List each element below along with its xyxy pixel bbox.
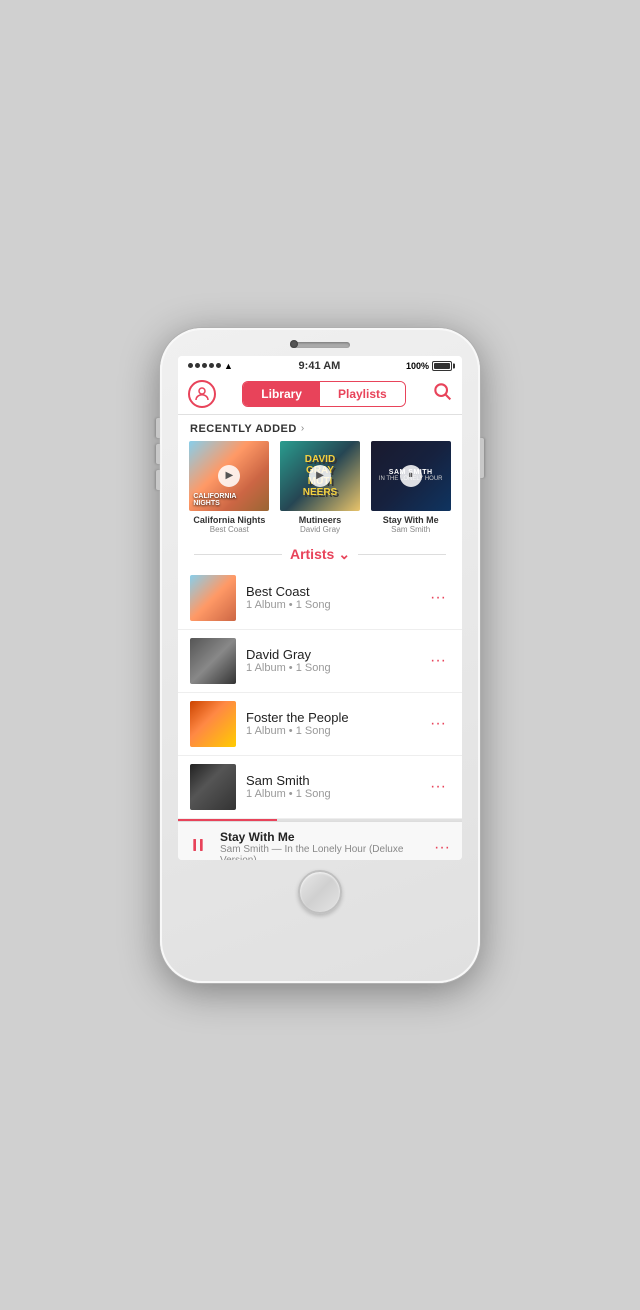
- artist-thumb-sam-smith: [190, 764, 236, 810]
- pause-icon-3: ⏸: [400, 465, 422, 487]
- artist-name-best-coast: Best Coast: [246, 584, 416, 599]
- artist-list: Best Coast 1 Album • 1 Song ··· David Gr…: [178, 567, 462, 819]
- divider-right: [358, 554, 446, 555]
- status-right: 100%: [406, 361, 452, 371]
- album-item-1[interactable]: CALIFORNIANIGHTS ▶ California Nights Bes…: [188, 441, 271, 534]
- album-title-3: Stay With Me: [383, 515, 439, 525]
- now-playing-section: Stay With Me Sam Smith — In the Lonely H…: [178, 819, 462, 860]
- play-icon-1: ▶: [218, 465, 240, 487]
- artist-info-foster: Foster the People 1 Album • 1 Song: [246, 710, 416, 737]
- artist-item-foster[interactable]: Foster the People 1 Album • 1 Song ···: [178, 693, 462, 756]
- artist-name-david-gray: David Gray: [246, 647, 416, 662]
- artists-label: Artists: [290, 546, 334, 562]
- now-playing-track: Stay With Me: [220, 830, 424, 844]
- home-button[interactable]: [298, 870, 342, 914]
- status-bar: ▲ 9:41 AM 100%: [178, 356, 462, 374]
- nav-bar: Library Playlists: [178, 374, 462, 415]
- now-playing-more-button[interactable]: ···: [434, 839, 450, 857]
- artist-item-sam-smith[interactable]: Sam Smith 1 Album • 1 Song ···: [178, 756, 462, 819]
- artist-item-best-coast[interactable]: Best Coast 1 Album • 1 Song ···: [178, 567, 462, 630]
- library-button[interactable]: Library: [243, 382, 320, 406]
- album-row: CALIFORNIANIGHTS ▶ California Nights Bes…: [178, 441, 462, 542]
- power-button: [480, 438, 484, 478]
- play-icon-2: ▶: [309, 465, 331, 487]
- signal-dots: [188, 363, 221, 368]
- now-playing-info: Stay With Me Sam Smith — In the Lonely H…: [220, 830, 424, 860]
- artist-thumb-best-coast: [190, 575, 236, 621]
- status-left: ▲: [188, 361, 233, 371]
- album-cover-1: CALIFORNIANIGHTS ▶: [189, 441, 269, 511]
- artist-name-sam-smith: Sam Smith: [246, 773, 416, 788]
- phone-camera: [290, 340, 298, 348]
- phone-frame: ▲ 9:41 AM 100% Library Playlists: [160, 328, 480, 983]
- divider-left: [194, 554, 282, 555]
- battery-icon: [432, 361, 452, 371]
- album-item-2[interactable]: DAVIDGRAYMUTINEERS ▶ Mutineers David Gra…: [279, 441, 362, 534]
- now-playing-artist-album: Sam Smith — In the Lonely Hour (Deluxe V…: [220, 844, 424, 860]
- artist-name-foster: Foster the People: [246, 710, 416, 725]
- artist-meta-best-coast: 1 Album • 1 Song: [246, 599, 416, 611]
- battery-percent: 100%: [406, 361, 429, 371]
- artist-item-david-gray[interactable]: David Gray 1 Album • 1 Song ···: [178, 630, 462, 693]
- now-playing-progress: [178, 819, 462, 821]
- album-title-2: Mutineers: [299, 515, 342, 525]
- profile-icon[interactable]: [188, 380, 216, 408]
- artist-more-foster[interactable]: ···: [426, 711, 450, 737]
- artist-info-david-gray: David Gray 1 Album • 1 Song: [246, 647, 416, 674]
- status-time: 9:41 AM: [299, 360, 341, 372]
- now-playing-bar[interactable]: Stay With Me Sam Smith — In the Lonely H…: [178, 821, 462, 860]
- album-cover-2: DAVIDGRAYMUTINEERS ▶: [280, 441, 360, 511]
- wifi-icon: ▲: [224, 361, 233, 371]
- album-title-1: California Nights: [193, 515, 265, 525]
- recently-added-title: RECENTLY ADDED: [190, 423, 297, 435]
- album-artist-1: Best Coast: [210, 525, 249, 534]
- album-item-3[interactable]: SAM SMITH IN THE LONELY HOUR ⏸ Stay With…: [369, 441, 452, 534]
- volume-buttons: [156, 418, 160, 490]
- playlists-button[interactable]: Playlists: [320, 382, 405, 406]
- phone-speaker: [290, 342, 350, 348]
- artist-thumb-foster: [190, 701, 236, 747]
- artists-divider: Artists ⌄: [178, 542, 462, 567]
- artists-arrow-icon: ⌄: [338, 546, 350, 563]
- album-artist-3: Sam Smith: [391, 525, 430, 534]
- album-artist-2: David Gray: [300, 525, 340, 534]
- library-playlists-toggle[interactable]: Library Playlists: [242, 381, 405, 407]
- phone-screen: ▲ 9:41 AM 100% Library Playlists: [178, 356, 462, 860]
- artist-more-best-coast[interactable]: ···: [426, 585, 450, 611]
- artists-dropdown-button[interactable]: Artists ⌄: [290, 546, 350, 563]
- artist-info-best-coast: Best Coast 1 Album • 1 Song: [246, 584, 416, 611]
- now-playing-pause-button[interactable]: [190, 837, 210, 858]
- search-icon[interactable]: [432, 381, 452, 406]
- recently-added-header[interactable]: RECENTLY ADDED ›: [178, 415, 462, 441]
- artist-thumb-david-gray: [190, 638, 236, 684]
- artist-meta-david-gray: 1 Album • 1 Song: [246, 662, 416, 674]
- artist-more-david-gray[interactable]: ···: [426, 648, 450, 674]
- artist-meta-foster: 1 Album • 1 Song: [246, 725, 416, 737]
- artist-info-sam-smith: Sam Smith 1 Album • 1 Song: [246, 773, 416, 800]
- now-playing-progress-fill: [178, 819, 277, 821]
- artist-meta-sam-smith: 1 Album • 1 Song: [246, 788, 416, 800]
- recently-added-chevron: ›: [301, 423, 304, 434]
- artist-more-sam-smith[interactable]: ···: [426, 774, 450, 800]
- album-cover-3: SAM SMITH IN THE LONELY HOUR ⏸: [371, 441, 451, 511]
